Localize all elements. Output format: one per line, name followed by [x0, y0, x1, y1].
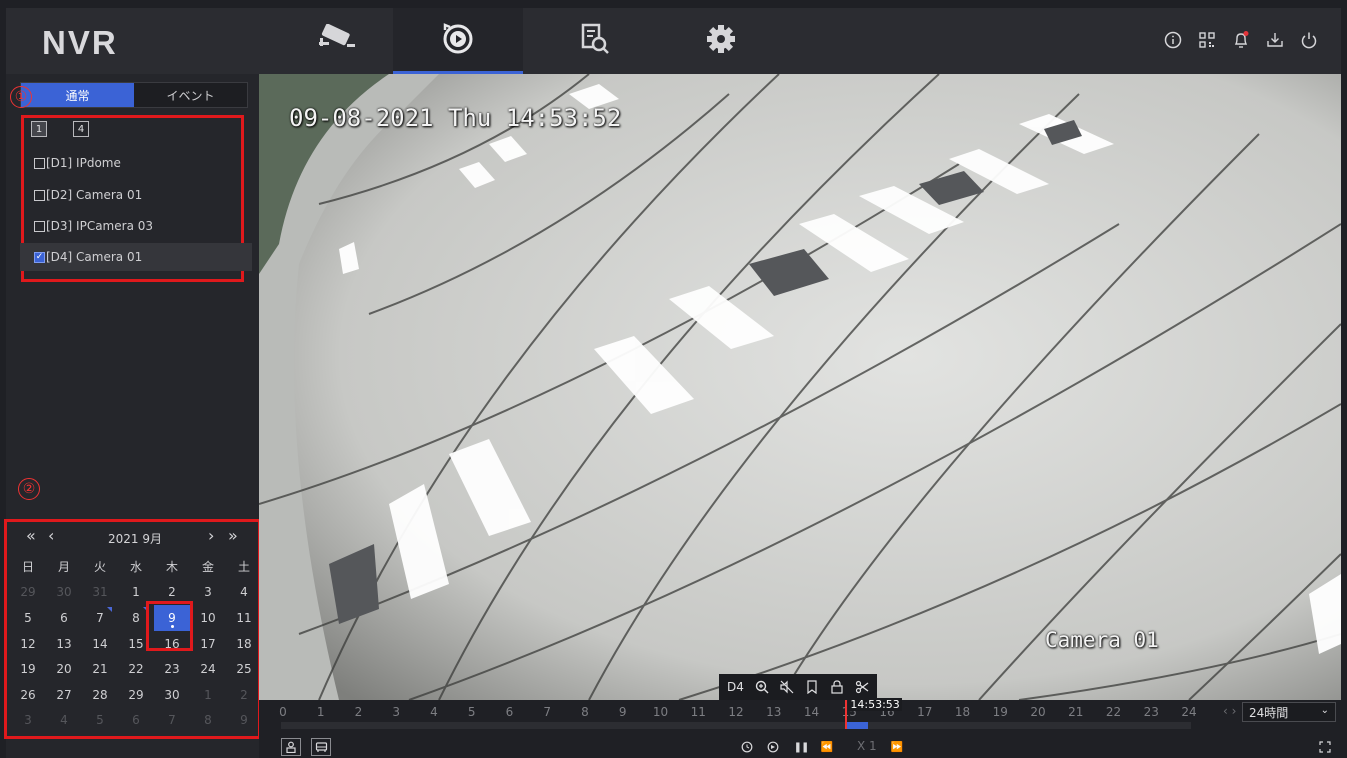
- checkbox[interactable]: [34, 157, 45, 169]
- hour-tick: 5: [467, 705, 476, 719]
- camera-icon: [317, 23, 361, 58]
- hour-tick: 23: [1143, 705, 1159, 719]
- nvr-logo: NVR: [42, 24, 118, 61]
- timeline-pager[interactable]: ‹ ›: [1223, 704, 1236, 718]
- hour-tick: 21: [1068, 705, 1084, 719]
- bell-icon[interactable]: [1231, 30, 1251, 50]
- timeline-track[interactable]: [281, 722, 1191, 729]
- calendar-highlight: [4, 519, 261, 739]
- hour-tick: 12: [728, 705, 744, 719]
- zoom-value: 24時間: [1249, 705, 1289, 720]
- bookmark-icon[interactable]: [805, 680, 819, 694]
- pause-button[interactable]: ❚❚: [791, 738, 811, 756]
- tab-search[interactable]: [530, 8, 660, 74]
- chevron-down-icon: ⌄: [1320, 705, 1329, 716]
- camera-label: [D4] Camera 01: [46, 250, 143, 264]
- time-cursor[interactable]: [845, 700, 848, 729]
- camera-item[interactable]: [D1] IPdome: [20, 149, 252, 177]
- split-1-button[interactable]: 1: [31, 121, 47, 137]
- hour-tick: 10: [652, 705, 669, 719]
- hour-tick: 18: [954, 705, 971, 719]
- download-icon[interactable]: [1265, 30, 1285, 50]
- tab-playback[interactable]: [393, 8, 523, 74]
- camera-item[interactable]: [D2] Camera 01: [20, 181, 252, 209]
- gear-icon: [706, 24, 736, 58]
- split-4-button[interactable]: 4: [73, 121, 89, 137]
- hour-tick: 17: [917, 705, 933, 719]
- camera-label: [D1] IPdome: [46, 156, 121, 170]
- hour-tick: 6: [505, 705, 514, 719]
- split-buttons: 1 4: [31, 121, 89, 137]
- checkbox[interactable]: [34, 220, 45, 232]
- rewind-button[interactable]: ⏪: [817, 738, 837, 756]
- tab-event[interactable]: イベント: [134, 83, 247, 107]
- camera-frame-image: [259, 74, 1341, 700]
- playback-mode-tabs: 通常 イベント: [20, 82, 248, 108]
- vehicle-icon[interactable]: [311, 738, 331, 756]
- camera-item[interactable]: [D3] IPCamera 03: [20, 212, 252, 240]
- hour-tick: 3: [392, 705, 401, 719]
- camera-label: [D2] Camera 01: [46, 188, 143, 202]
- hour-tick: 22: [1105, 705, 1122, 719]
- nvr-app: NVR 通常 イベント ① 1 4 [D1] IPdome [D2] Camer…: [0, 0, 1347, 758]
- hour-tick: 19: [992, 705, 1008, 719]
- osd-timestamp: 09-08-2021 Thu 14:53:52: [289, 104, 622, 132]
- video-toolbar: D4: [719, 674, 877, 700]
- hour-tick: 13: [766, 705, 782, 719]
- tab-settings[interactable]: [656, 8, 786, 74]
- hour-tick: 7: [543, 705, 552, 719]
- clip-icon[interactable]: [855, 680, 869, 694]
- camera-label: [D3] IPCamera 03: [46, 219, 154, 233]
- playback-timeline[interactable]: 0 1 2 3 4 5 6 7 8 9 10 11 12 13 14 15 16 17 18 19 20 21 22 23 24…: [259, 698, 1341, 758]
- annotation-one: ①: [10, 86, 32, 108]
- qr-code-icon[interactable]: [1197, 30, 1217, 50]
- hour-tick: 2: [354, 705, 363, 719]
- file-search-icon: [580, 23, 610, 59]
- hour-tick: 8: [581, 705, 589, 719]
- hour-tick: 11: [690, 705, 706, 719]
- playback-controls: ❚❚ ⏪ X 1 ⏩: [259, 738, 1341, 758]
- hour-tick: 20: [1030, 705, 1046, 719]
- hour-tick: 14: [803, 705, 820, 719]
- skip-forward-icon[interactable]: [763, 738, 783, 756]
- selected-date-highlight: [146, 601, 193, 651]
- checkbox-checked[interactable]: ✓: [34, 251, 45, 263]
- recording-segment: [845, 722, 869, 729]
- top-bar: NVR: [6, 8, 1341, 74]
- tab-live-view[interactable]: [274, 8, 404, 74]
- tab-normal[interactable]: 通常: [21, 83, 134, 107]
- checkbox[interactable]: [34, 189, 45, 201]
- user-icon[interactable]: [281, 738, 301, 756]
- zoom-in-icon[interactable]: [755, 680, 769, 694]
- hour-tick: 9: [618, 705, 627, 719]
- channel-label: D4: [727, 680, 744, 694]
- hour-tick: 4: [430, 705, 438, 719]
- skip-back-icon[interactable]: [737, 738, 757, 756]
- hour-tick: 24: [1181, 705, 1197, 719]
- mute-icon[interactable]: [780, 680, 794, 694]
- cursor-time-label: 14:53:53: [848, 698, 902, 711]
- lock-icon[interactable]: [830, 680, 844, 694]
- timeline-zoom-select[interactable]: 24時間 ⌄: [1242, 702, 1336, 722]
- osd-camera-name: Camera 01: [1045, 628, 1159, 652]
- playback-icon: [441, 22, 475, 60]
- power-icon[interactable]: [1299, 30, 1319, 50]
- hour-tick: 0: [279, 705, 287, 719]
- forward-button[interactable]: ⏩: [887, 738, 907, 756]
- video-view[interactable]: 09-08-2021 Thu 14:53:52 Camera 01 D4: [259, 74, 1341, 700]
- camera-item-selected[interactable]: ✓ [D4] Camera 01: [20, 243, 252, 271]
- fullscreen-icon[interactable]: [1315, 738, 1335, 756]
- info-icon[interactable]: [1163, 30, 1183, 50]
- top-right-icons: [1163, 30, 1319, 50]
- hour-tick: 1: [316, 705, 325, 719]
- playback-speed: X 1: [857, 739, 877, 753]
- annotation-two: ②: [18, 478, 40, 500]
